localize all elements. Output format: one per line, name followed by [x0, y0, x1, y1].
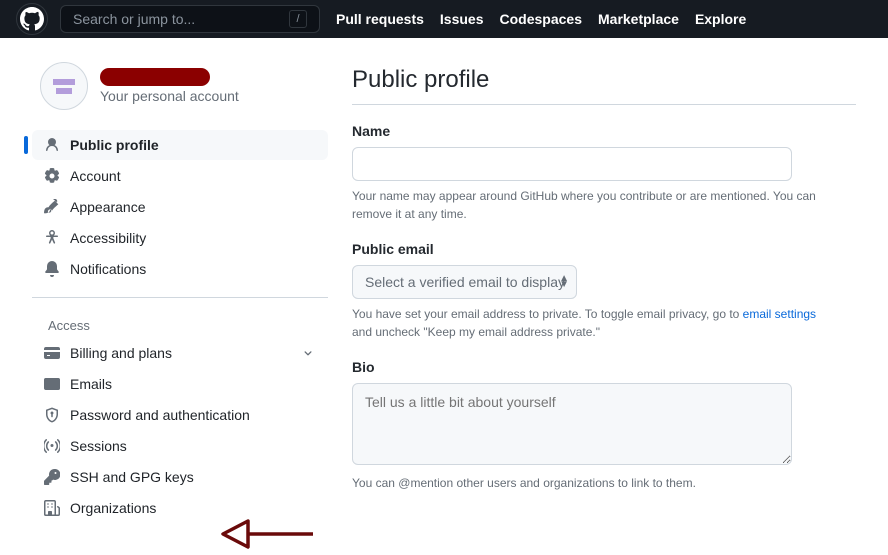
sidebar-item-label: Billing and plans: [70, 345, 172, 361]
name-note: Your name may appear around GitHub where…: [352, 187, 832, 223]
shield-lock-icon: [44, 407, 60, 423]
email-label: Public email: [352, 241, 856, 257]
person-icon: [44, 137, 60, 153]
sidebar-item-appearance[interactable]: Appearance: [32, 192, 328, 222]
sidebar-item-label: Account: [70, 168, 121, 184]
sidebar-section-access: Billing and plans Emails Password and au…: [32, 338, 328, 536]
sidebar-item-billing[interactable]: Billing and plans: [32, 338, 328, 368]
sidebar-item-label: Sessions: [70, 438, 127, 454]
sidebar-item-ssh-gpg-keys[interactable]: SSH and GPG keys: [32, 462, 328, 492]
account-name-redacted: [100, 68, 210, 86]
organization-icon: [44, 500, 60, 516]
credit-card-icon: [44, 345, 60, 361]
sidebar-item-password[interactable]: Password and authentication: [32, 400, 328, 430]
settings-sidebar: Your personal account Public profile Acc…: [32, 62, 328, 548]
sidebar-item-label: Emails: [70, 376, 112, 392]
sidebar-item-label: Organizations: [70, 500, 156, 516]
slash-key-icon: /: [289, 10, 307, 28]
sidebar-item-organizations[interactable]: Organizations: [32, 493, 328, 523]
field-name: Name Your name may appear around GitHub …: [352, 123, 856, 223]
chevron-down-icon: [300, 345, 316, 361]
sidebar-item-public-profile[interactable]: Public profile: [32, 130, 328, 160]
bio-label: Bio: [352, 359, 856, 375]
search-input[interactable]: Search or jump to... /: [60, 5, 320, 33]
nav-marketplace[interactable]: Marketplace: [598, 11, 679, 27]
sidebar-item-account[interactable]: Account: [32, 161, 328, 191]
bio-note: You can @mention other users and organiz…: [352, 474, 832, 492]
sidebar-item-notifications[interactable]: Notifications: [32, 254, 328, 284]
search-placeholder: Search or jump to...: [73, 11, 195, 27]
sidebar-item-label: Accessibility: [70, 230, 146, 246]
mail-icon: [44, 376, 60, 392]
accessibility-icon: [44, 230, 60, 246]
paintbrush-icon: [44, 199, 60, 215]
nav-explore[interactable]: Explore: [695, 11, 746, 27]
main-content: Public profile Name Your name may appear…: [352, 62, 856, 548]
name-label: Name: [352, 123, 856, 139]
top-header: Search or jump to... / Pull requests Iss…: [0, 0, 888, 38]
field-bio: Bio You can @mention other users and org…: [352, 359, 856, 492]
key-icon: [44, 469, 60, 485]
nav-issues[interactable]: Issues: [440, 11, 484, 27]
sidebar-section-access-title: Access: [32, 310, 328, 337]
sidebar-item-label: Appearance: [70, 199, 146, 215]
email-select[interactable]: Select a verified email to display: [352, 265, 577, 299]
avatar[interactable]: [40, 62, 88, 110]
field-email: Public email Select a verified email to …: [352, 241, 856, 341]
account-subtitle: Your personal account: [100, 88, 239, 104]
page-title: Public profile: [352, 66, 856, 105]
name-input[interactable]: [352, 147, 792, 181]
sidebar-item-label: SSH and GPG keys: [70, 469, 194, 485]
gear-icon: [44, 168, 60, 184]
sidebar-item-label: Public profile: [70, 137, 159, 153]
sidebar-item-label: Password and authentication: [70, 407, 250, 423]
nav-codespaces[interactable]: Codespaces: [500, 11, 582, 27]
sidebar-item-emails[interactable]: Emails: [32, 369, 328, 399]
sidebar-item-accessibility[interactable]: Accessibility: [32, 223, 328, 253]
email-note: You have set your email address to priva…: [352, 305, 832, 341]
sidebar-section-main: Public profile Account Appearance Access…: [32, 130, 328, 298]
sidebar-item-label: Notifications: [70, 261, 146, 277]
nav-pull-requests[interactable]: Pull requests: [336, 11, 424, 27]
bio-textarea[interactable]: [352, 383, 792, 465]
email-settings-link[interactable]: email settings: [743, 307, 816, 321]
sidebar-item-sessions[interactable]: Sessions: [32, 431, 328, 461]
broadcast-icon: [44, 438, 60, 454]
github-logo[interactable]: [16, 3, 48, 35]
account-header: Your personal account: [32, 62, 328, 110]
header-nav: Pull requests Issues Codespaces Marketpl…: [336, 11, 746, 27]
bell-icon: [44, 261, 60, 277]
